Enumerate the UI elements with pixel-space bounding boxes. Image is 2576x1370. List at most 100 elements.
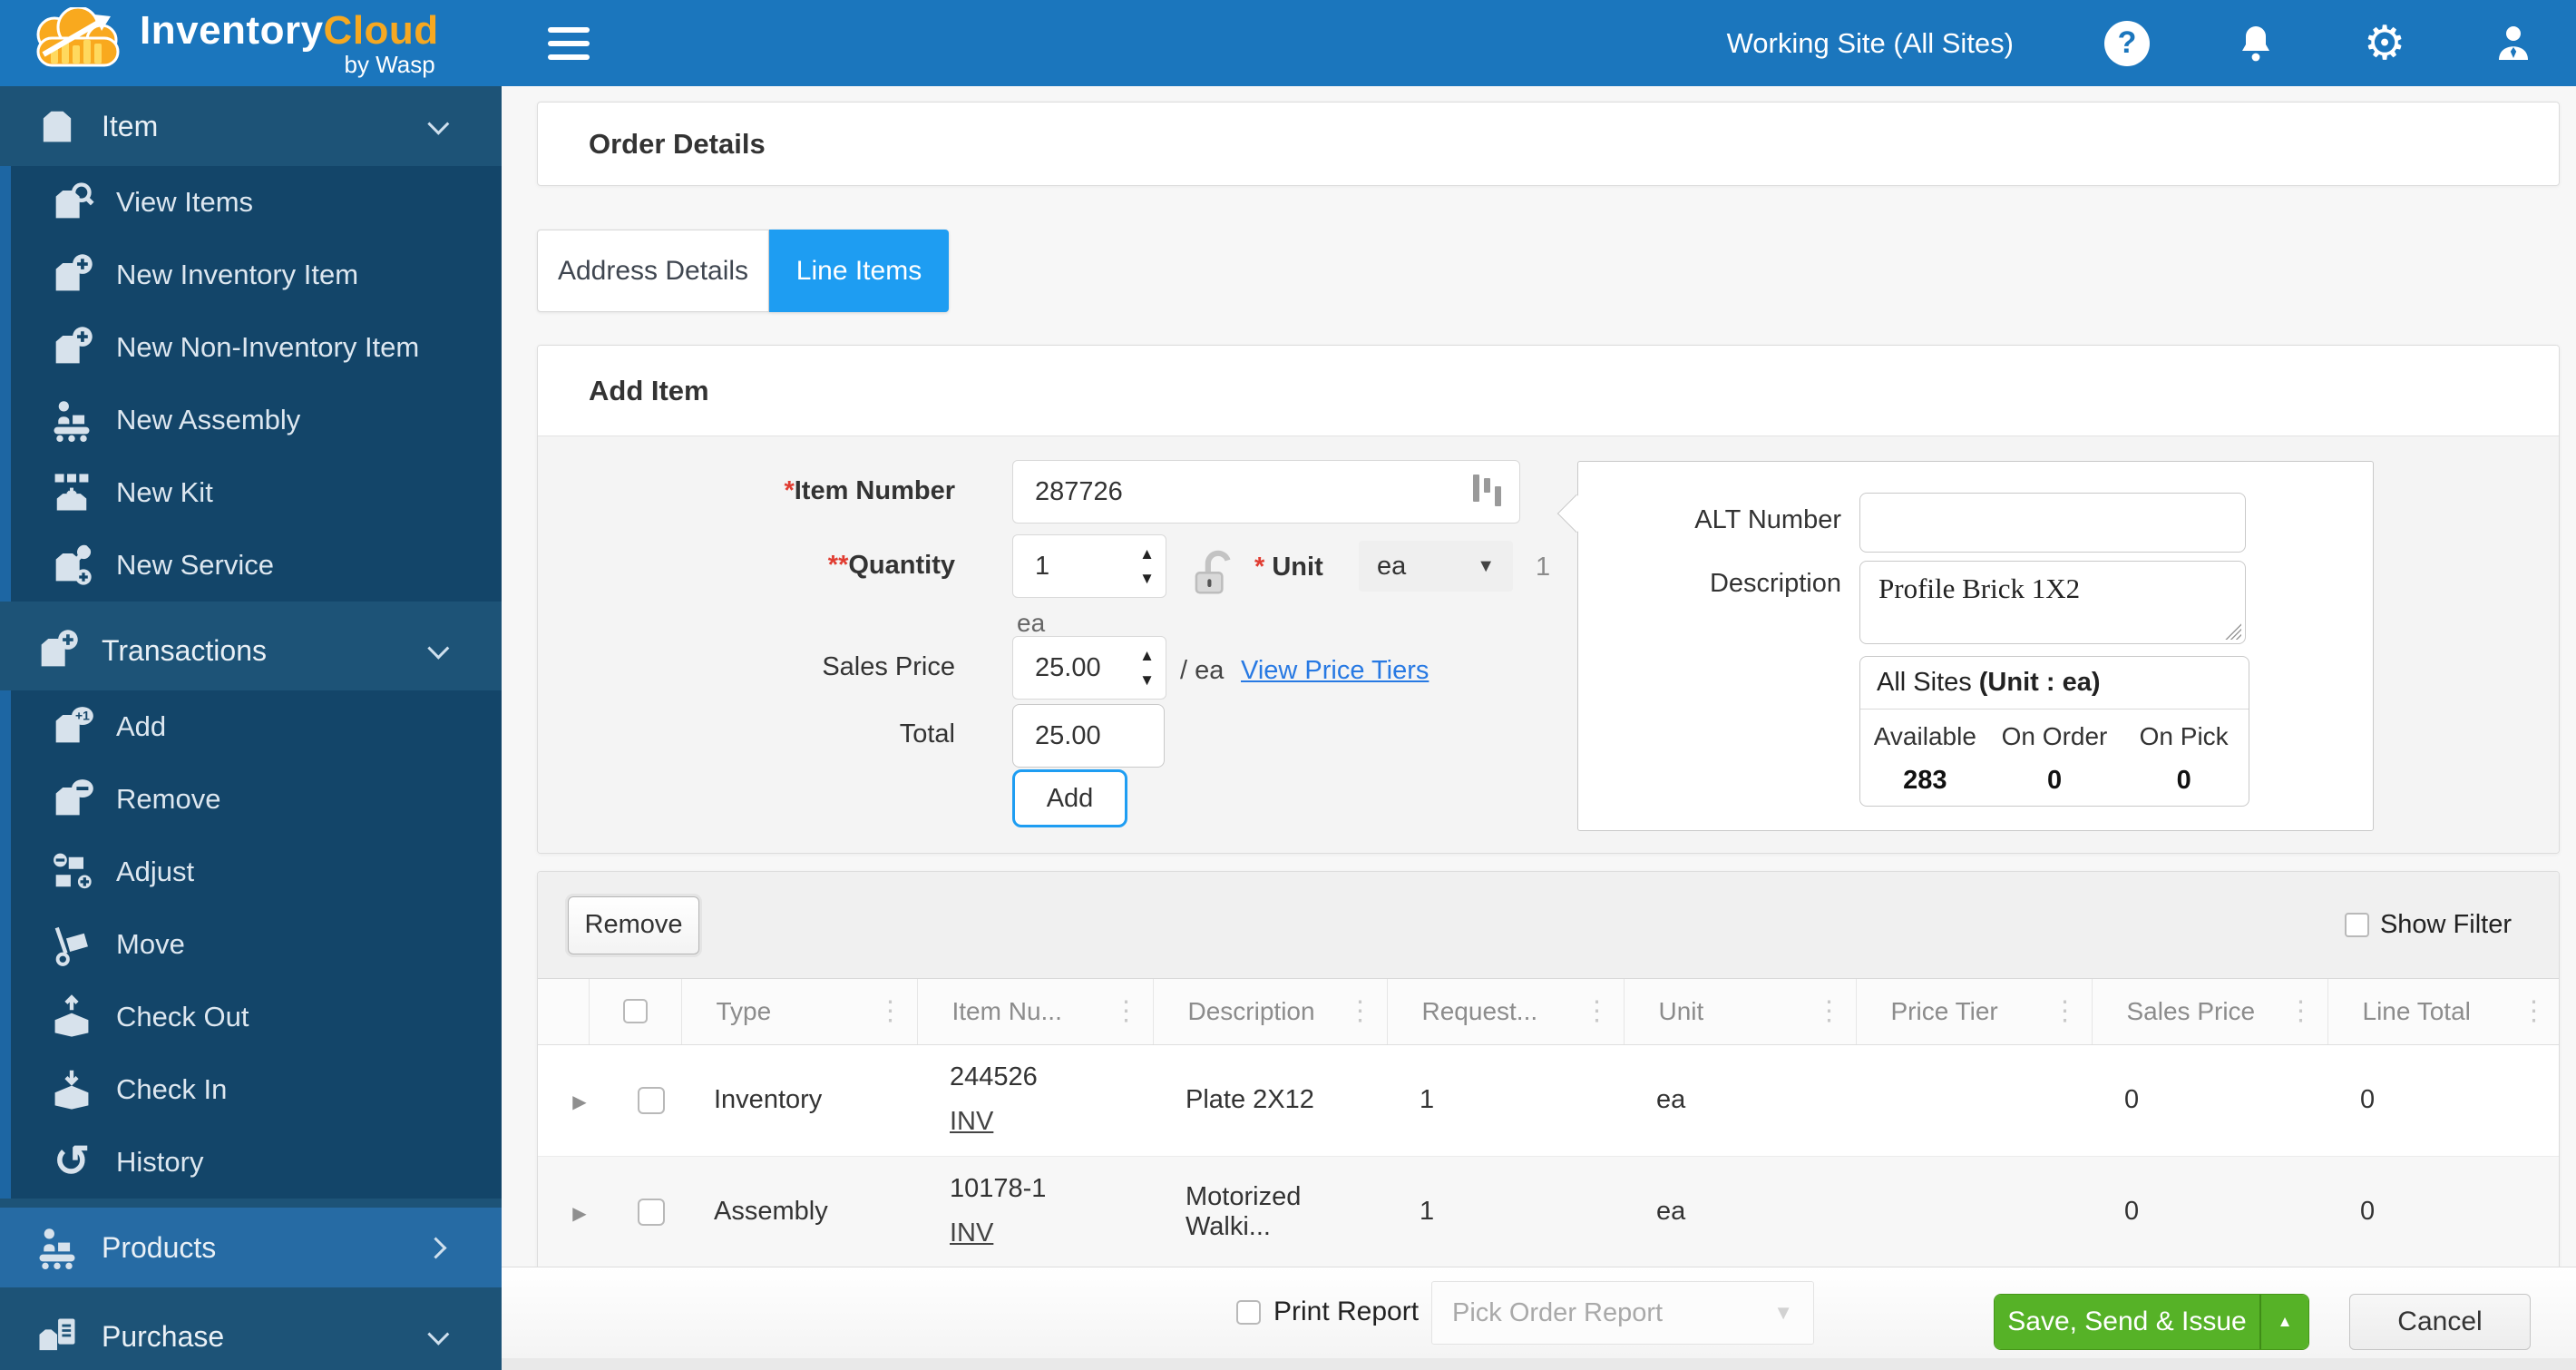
view-price-tiers-link[interactable]: View Price Tiers: [1241, 656, 1429, 686]
show-filter-checkbox[interactable]: [2344, 913, 2369, 937]
sales-price-stepper[interactable]: 25.00 ▲ ▼: [1012, 636, 1166, 700]
price-down-icon[interactable]: ▼: [1139, 672, 1155, 688]
sidebar-section-purchase[interactable]: Purchase: [0, 1297, 502, 1370]
stock-value-available: 283: [1903, 766, 1947, 795]
tab-address-details[interactable]: Address Details: [537, 230, 769, 312]
row-checkbox[interactable]: [638, 1198, 665, 1226]
unit-conversion-value: 1: [1536, 553, 1551, 582]
table-row: ▶ Inventory 244526 INV Plate 2X12 1 ea 0…: [538, 1044, 2559, 1157]
sidebar-item-move[interactable]: Move: [11, 908, 502, 981]
line-items-table: Type ⋮ Item Nu... ⋮ Description ⋮ Request..…: [538, 979, 2559, 1267]
help-icon[interactable]: ?: [2103, 19, 2152, 68]
user-icon[interactable]: [2489, 19, 2538, 68]
unlock-icon[interactable]: [1185, 543, 1241, 600]
sidebar-item-remove[interactable]: Remove: [11, 763, 502, 836]
description-textarea[interactable]: Profile Brick 1X2: [1859, 561, 2246, 644]
column-menu-icon[interactable]: ⋮: [2052, 995, 2079, 1027]
col-line-total[interactable]: Line Total: [2363, 997, 2471, 1026]
brand-name-inventory: Inventory: [140, 7, 324, 53]
row-expander-icon[interactable]: ▶: [572, 1092, 586, 1112]
resize-handle[interactable]: [2225, 623, 2241, 640]
barcode-lookup-icon[interactable]: [1473, 475, 1501, 506]
col-description[interactable]: Description: [1188, 997, 1315, 1026]
column-menu-icon[interactable]: ⋮: [2521, 995, 2548, 1027]
alt-number-input[interactable]: [1859, 493, 2246, 553]
sidebar-section-transactions[interactable]: Transactions: [0, 611, 502, 690]
gear-icon[interactable]: ⚙: [2360, 19, 2409, 68]
cell-type: Assembly: [681, 1156, 917, 1267]
sidebar-item-view-items[interactable]: View Items: [11, 166, 502, 239]
add-transaction-icon: +1: [47, 702, 96, 751]
cancel-button[interactable]: Cancel: [2349, 1294, 2531, 1350]
show-filter-label: Show Filter: [2379, 910, 2512, 939]
adjust-icon: [47, 847, 96, 896]
print-report-checkbox[interactable]: [1236, 1299, 1261, 1325]
brand-byline: by Wasp: [344, 50, 435, 78]
sidebar-section-products[interactable]: Products: [0, 1208, 502, 1287]
service-icon: [47, 541, 96, 590]
col-requested[interactable]: Request...: [1422, 997, 1538, 1026]
select-all-checkbox[interactable]: [622, 999, 648, 1024]
item-number-label: *Item Number: [784, 476, 955, 505]
working-site-selector[interactable]: Working Site (All Sites): [1727, 27, 2014, 60]
save-send-issue-button[interactable]: Save, Send & Issue: [1995, 1295, 2259, 1349]
save-send-issue-split-button: Save, Send & Issue ▲: [1994, 1294, 2309, 1350]
row-expander-icon[interactable]: ▶: [572, 1204, 586, 1224]
unit-dropdown[interactable]: ea ▼: [1359, 541, 1514, 592]
inv-link[interactable]: INV: [950, 1107, 993, 1137]
sidebar-item-submenu: View Items New Inventory Item New Non-In…: [0, 166, 502, 602]
col-unit[interactable]: Unit: [1659, 997, 1704, 1026]
price-up-icon[interactable]: ▲: [1139, 648, 1155, 663]
select-all-header: [589, 979, 682, 1045]
col-price-tier[interactable]: Price Tier: [1891, 997, 1998, 1026]
save-options-caret[interactable]: ▲: [2259, 1295, 2308, 1349]
column-menu-icon[interactable]: ⋮: [1816, 995, 1843, 1027]
column-menu-icon[interactable]: ⋮: [877, 995, 904, 1027]
sidebar-item-new-non-inventory-item[interactable]: New Non-Inventory Item: [11, 311, 502, 384]
brand-text: InventoryCloud by Wasp: [140, 7, 439, 78]
quantity-up-icon[interactable]: ▲: [1139, 546, 1155, 562]
move-icon: [47, 920, 96, 969]
sidebar-item-new-assembly[interactable]: New Assembly: [11, 384, 502, 456]
sidebar-item-history[interactable]: ↺ History: [11, 1126, 502, 1199]
sidebar-item-check-in[interactable]: Check In: [11, 1053, 502, 1126]
bell-icon[interactable]: [2231, 19, 2280, 68]
total-input[interactable]: 25.00: [1012, 704, 1165, 768]
sidebar-item-new-kit[interactable]: New Kit: [11, 456, 502, 529]
brand-logo: InventoryCloud by Wasp: [0, 6, 439, 80]
column-menu-icon[interactable]: ⋮: [2288, 995, 2315, 1027]
col-item-number[interactable]: Item Nu...: [952, 997, 1062, 1026]
stock-value-on-order: 0: [2046, 766, 2063, 795]
row-checkbox[interactable]: [638, 1086, 665, 1114]
sidebar-nav: Item View Items New Inventory Item New N…: [0, 86, 502, 1370]
action-bar: Print Report Pick Order Report ▼ Save, S…: [502, 1267, 2576, 1358]
quantity-stepper[interactable]: 1 ▲ ▼: [1012, 534, 1166, 598]
column-menu-icon[interactable]: ⋮: [1584, 995, 1611, 1027]
sidebar-item-new-service[interactable]: New Service: [11, 529, 502, 602]
main-content: Order Details Address Details Line Items…: [502, 86, 2576, 1370]
svg-text:+1: +1: [75, 709, 90, 723]
sidebar-item-new-inventory-item[interactable]: New Inventory Item: [11, 239, 502, 311]
stock-header-on-pick: On Pick: [2139, 722, 2229, 750]
print-report-toggle: Print Report: [1236, 1297, 1419, 1327]
history-icon: ↺: [53, 1138, 91, 1186]
sidebar-item-adjust[interactable]: Adjust: [11, 836, 502, 908]
menu-icon[interactable]: [548, 27, 590, 60]
item-number-input[interactable]: 287726: [1012, 460, 1520, 524]
sidebar-section-item[interactable]: Item: [0, 86, 502, 166]
col-type[interactable]: Type: [717, 997, 772, 1026]
cell-description: Plate 2X12: [1153, 1044, 1387, 1157]
column-menu-icon[interactable]: ⋮: [1347, 995, 1374, 1027]
inv-link[interactable]: INV: [950, 1218, 993, 1248]
quantity-uom: ea: [1017, 609, 1046, 637]
sidebar-item-add[interactable]: +1 Add: [11, 690, 502, 763]
remove-button[interactable]: Remove: [568, 895, 699, 954]
col-sales-price[interactable]: Sales Price: [2127, 997, 2256, 1026]
add-line-button[interactable]: Add: [1012, 769, 1127, 827]
sidebar-item-check-out[interactable]: Check Out: [11, 981, 502, 1053]
report-select[interactable]: Pick Order Report ▼: [1431, 1281, 1814, 1345]
quantity-down-icon[interactable]: ▼: [1139, 571, 1155, 586]
column-menu-icon[interactable]: ⋮: [1113, 995, 1140, 1027]
table-row: ▶ Assembly 10178-1 INV Motorized Walki..…: [538, 1156, 2559, 1267]
tab-line-items[interactable]: Line Items: [769, 230, 949, 312]
